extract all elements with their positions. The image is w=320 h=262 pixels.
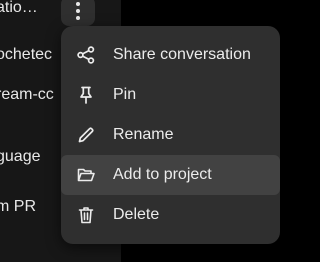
share-icon [77, 46, 95, 64]
conversation-title: m PR [0, 198, 36, 215]
menu-item-share-conversation[interactable]: Share conversation [61, 35, 280, 75]
trash-icon [78, 207, 94, 224]
conversation-title: ream-cc [0, 86, 54, 103]
menu-item-label: Add to project [113, 166, 212, 183]
conversation-options-menu: Share conversation Pin Rename Add to pro… [61, 26, 280, 244]
menu-item-label: Delete [113, 206, 160, 223]
menu-item-delete[interactable]: Delete [61, 195, 280, 235]
menu-item-add-to-project[interactable]: Add to project [61, 155, 280, 195]
menu-item-label: Pin [113, 86, 137, 103]
menu-item-rename[interactable]: Rename [61, 115, 280, 155]
conversation-title: ochetec [0, 46, 53, 63]
menu-item-label: Share conversation [113, 46, 251, 63]
pin-icon [80, 86, 92, 104]
conversation-title: atio… [0, 0, 38, 16]
menu-item-pin[interactable]: Pin [61, 75, 280, 115]
menu-item-label: Rename [113, 126, 174, 143]
conversation-title: guage [0, 148, 41, 165]
folder-open-icon [77, 168, 95, 182]
pencil-icon [78, 127, 94, 143]
screen: atio… ochetec ream-cc guage m PR Share c… [0, 0, 313, 262]
conversation-options-button[interactable] [61, 0, 95, 26]
